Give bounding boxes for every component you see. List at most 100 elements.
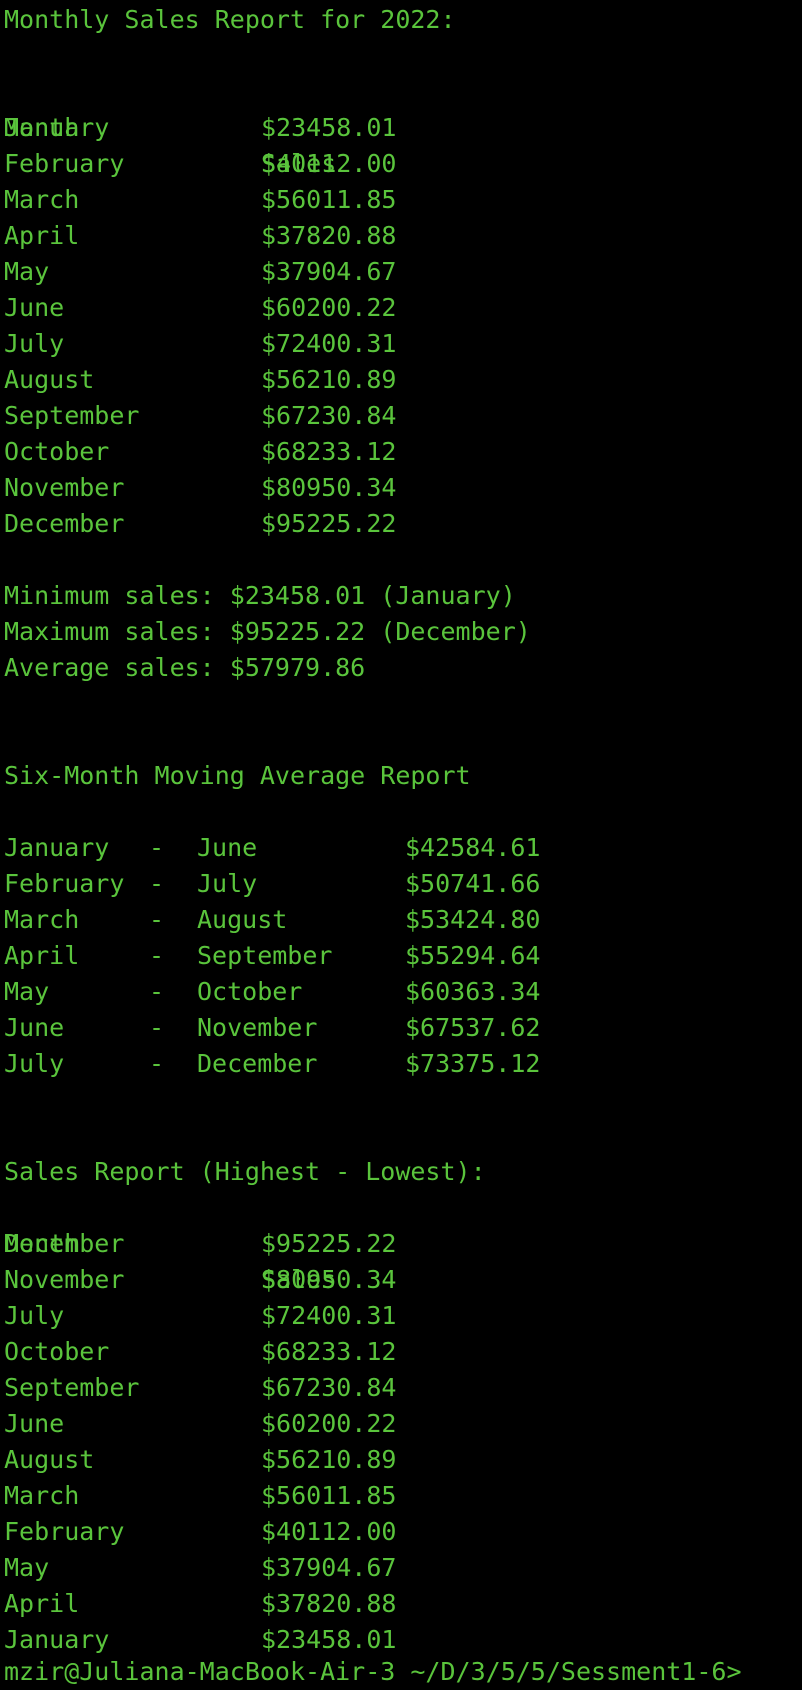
sales-cell: $80950.34: [261, 1265, 397, 1294]
table-row: November $80950.34: [4, 470, 802, 506]
moving-average-title: Six-Month Moving Average Report: [4, 761, 471, 790]
range-dash: -: [149, 833, 165, 862]
table-row: January - June $42584.61: [4, 830, 802, 866]
sorted-header-row: Month Sales: [4, 1190, 802, 1294]
sales-cell: $56011.85: [261, 185, 397, 214]
month-cell: February: [4, 1517, 125, 1546]
moving-average-value: $53424.80: [405, 905, 541, 934]
month-cell: July: [4, 1301, 65, 1330]
moving-average-value: $50741.66: [405, 869, 541, 898]
table-row: October $68233.12: [4, 434, 802, 470]
month-cell: June: [4, 293, 65, 322]
table-row: September $67230.84: [4, 398, 802, 434]
sales-cell: $56011.85: [261, 1481, 397, 1510]
table-row: April $37820.88: [4, 1586, 802, 1622]
month-cell: July: [4, 329, 65, 358]
table-row: June - November $67537.62: [4, 1010, 802, 1046]
month-cell: August: [4, 365, 95, 394]
table-row: July $72400.31: [4, 1298, 802, 1334]
start-month-cell: January: [4, 833, 110, 862]
sales-cell: $72400.31: [261, 329, 397, 358]
start-month-cell: July: [4, 1049, 65, 1078]
table-row: December $95225.22: [4, 506, 802, 542]
table-row: February $40112.00: [4, 146, 802, 182]
month-cell: February: [4, 149, 125, 178]
table-row: March $56011.85: [4, 1478, 802, 1514]
month-cell: September: [4, 401, 140, 430]
start-month-cell: February: [4, 869, 125, 898]
start-month-cell: March: [4, 905, 80, 934]
sales-cell: $40112.00: [261, 149, 397, 178]
month-cell: November: [4, 473, 125, 502]
month-cell: April: [4, 1589, 80, 1618]
sales-cell: $56210.89: [261, 1445, 397, 1474]
month-cell: August: [4, 1445, 95, 1474]
table-row: October $68233.12: [4, 1334, 802, 1370]
end-month-cell: July: [197, 869, 258, 898]
moving-average-value: $73375.12: [405, 1049, 541, 1078]
monthly-header-row: Month Sales: [4, 74, 802, 178]
table-row: February - July $50741.66: [4, 866, 802, 902]
minimum-sales-line: Minimum sales: $23458.01 (January): [4, 581, 516, 610]
sorted-report-title: Sales Report (Highest - Lowest):: [4, 1157, 486, 1186]
sales-cell: $72400.31: [261, 1301, 397, 1330]
sales-cell: $67230.84: [261, 401, 397, 430]
sales-cell: $40112.00: [261, 1517, 397, 1546]
month-cell: January: [4, 113, 110, 142]
sales-cell: $80950.34: [261, 473, 397, 502]
monthly-report-title: Monthly Sales Report for 2022:: [4, 5, 456, 34]
sales-cell: $68233.12: [261, 437, 397, 466]
table-row: September $67230.84: [4, 1370, 802, 1406]
monthly-rows: January $23458.01 February $40112.00 March $5…: [4, 110, 802, 542]
table-row: June $60200.22: [4, 290, 802, 326]
table-row: August $56210.89: [4, 362, 802, 398]
table-row: November $80950.34: [4, 1262, 802, 1298]
table-row: July $72400.31: [4, 326, 802, 362]
moving-average-value: $60363.34: [405, 977, 541, 1006]
range-dash: -: [149, 1049, 165, 1078]
sales-cell: $67230.84: [261, 1373, 397, 1402]
end-month-cell: October: [197, 977, 303, 1006]
start-month-cell: May: [4, 977, 50, 1006]
month-cell: November: [4, 1265, 125, 1294]
shell-prompt[interactable]: mzir@Juliana-MacBook-Air-3 ~/D/3/5/5/Ses…: [4, 1654, 742, 1690]
month-cell: December: [4, 1229, 125, 1258]
end-month-cell: December: [197, 1049, 318, 1078]
sales-cell: $56210.89: [261, 365, 397, 394]
month-cell: December: [4, 509, 125, 538]
maximum-sales-line: Maximum sales: $95225.22 (December): [4, 617, 531, 646]
sales-cell: $95225.22: [261, 509, 397, 538]
month-cell: September: [4, 1373, 140, 1402]
table-row: July - December $73375.12: [4, 1046, 802, 1082]
terminal-output: Monthly Sales Report for 2022: Month Sal…: [4, 2, 802, 1658]
sorted-rows: December $95225.22 November $80950.34 July $7…: [4, 1226, 802, 1658]
month-cell: May: [4, 257, 50, 286]
end-month-cell: September: [197, 941, 333, 970]
end-month-cell: August: [197, 905, 288, 934]
month-cell: March: [4, 1481, 80, 1510]
moving-average-rows: January - June $42584.61 February - July $50741…: [4, 830, 802, 1082]
range-dash: -: [149, 869, 165, 898]
month-cell: June: [4, 1409, 65, 1438]
table-row: March $56011.85: [4, 182, 802, 218]
moving-average-value: $42584.61: [405, 833, 541, 862]
sales-cell: $37820.88: [261, 1589, 397, 1618]
moving-average-value: $67537.62: [405, 1013, 541, 1042]
month-cell: April: [4, 221, 80, 250]
table-row: March - August $53424.80: [4, 902, 802, 938]
table-row: February $40112.00: [4, 1514, 802, 1550]
table-row: August $56210.89: [4, 1442, 802, 1478]
end-month-cell: November: [197, 1013, 318, 1042]
average-sales-line: Average sales: $57979.86: [4, 653, 366, 682]
month-cell: October: [4, 437, 110, 466]
table-row: May - October $60363.34: [4, 974, 802, 1010]
table-row: January $23458.01: [4, 110, 802, 146]
table-row: May $37904.67: [4, 254, 802, 290]
end-month-cell: June: [197, 833, 258, 862]
sales-cell: $95225.22: [261, 1229, 397, 1258]
range-dash: -: [149, 941, 165, 970]
range-dash: -: [149, 1013, 165, 1042]
table-row: June $60200.22: [4, 1406, 802, 1442]
table-row: January $23458.01: [4, 1622, 802, 1658]
sales-cell: $60200.22: [261, 293, 397, 322]
